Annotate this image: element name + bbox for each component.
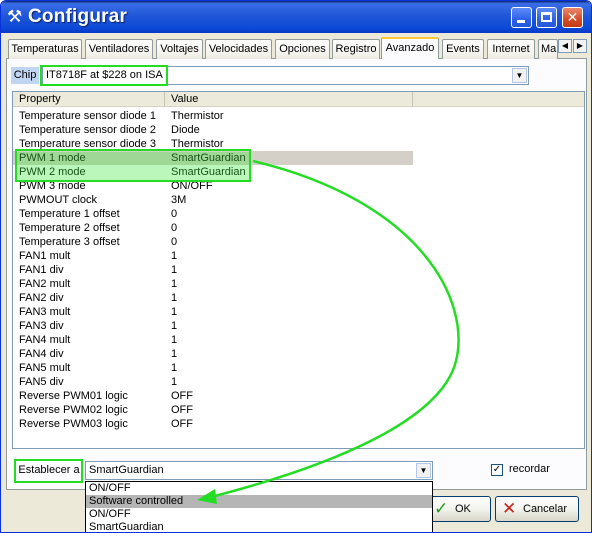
config-window: ⚒ Configurar ✕ Temperaturas Ventiladores…: [0, 0, 592, 533]
annotation-arrow: [197, 159, 460, 504]
annotation-arrow-line: [210, 159, 460, 499]
annotation-arrow-head: [197, 489, 217, 504]
